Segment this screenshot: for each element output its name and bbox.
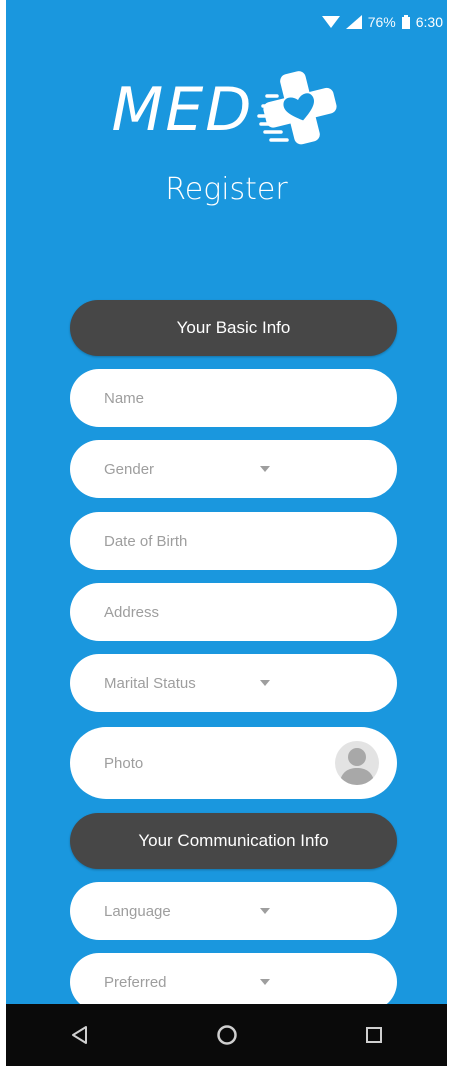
- marital-status-select[interactable]: Marital Status: [70, 654, 397, 712]
- status-time: 6:30: [415, 14, 443, 30]
- recent-apps-square-icon: [365, 1027, 382, 1043]
- page-title: Register: [165, 172, 288, 207]
- gender-placeholder: Gender: [104, 460, 155, 478]
- section-header-communication-info: Your Communication Info: [70, 813, 397, 869]
- back-button[interactable]: [50, 1005, 110, 1065]
- dropdown-arrow-icon: [260, 466, 270, 472]
- home-button[interactable]: [197, 1005, 257, 1065]
- photo-picker[interactable]: Photo: [70, 727, 397, 799]
- recent-apps-button[interactable]: [344, 1005, 404, 1065]
- wifi-icon: [321, 15, 340, 29]
- logo-text: MED: [111, 75, 254, 145]
- app-logo: MED: [6, 60, 447, 160]
- dropdown-arrow-icon: [260, 908, 270, 914]
- cell-signal-icon: [345, 15, 362, 29]
- preferred-placeholder: Preferred: [104, 973, 167, 991]
- preferred-select[interactable]: Preferred: [70, 953, 397, 1011]
- avatar-placeholder-icon[interactable]: [335, 741, 379, 785]
- language-placeholder: Language: [104, 902, 171, 920]
- dropdown-arrow-icon: [260, 979, 270, 985]
- app-screen: 76% 6:30 MED Register Your Basic Info Na…: [6, 0, 447, 1066]
- language-select[interactable]: Language: [70, 882, 397, 940]
- home-circle-icon: [216, 1025, 237, 1045]
- registration-form: Your Basic Info Name Gender Date of Birt…: [70, 300, 397, 1011]
- back-triangle-icon: [71, 1026, 87, 1044]
- address-placeholder: Address: [104, 603, 160, 621]
- date-of-birth-placeholder: Date of Birth: [104, 532, 188, 550]
- battery-percent: 76%: [367, 14, 396, 30]
- gender-select[interactable]: Gender: [70, 440, 397, 498]
- status-bar: 76% 6:30: [6, 0, 447, 44]
- name-placeholder: Name: [104, 389, 145, 407]
- navigation-bar: [6, 1004, 447, 1066]
- marital-status-placeholder: Marital Status: [104, 674, 196, 692]
- battery-icon: [401, 15, 410, 29]
- date-of-birth-input[interactable]: Date of Birth: [70, 512, 397, 570]
- section-header-basic-info: Your Basic Info: [70, 300, 397, 356]
- dropdown-arrow-icon: [260, 680, 270, 686]
- address-input[interactable]: Address: [70, 583, 397, 641]
- photo-placeholder: Photo: [104, 754, 144, 772]
- name-input[interactable]: Name: [70, 369, 397, 427]
- medical-cross-heart-icon: [257, 66, 341, 155]
